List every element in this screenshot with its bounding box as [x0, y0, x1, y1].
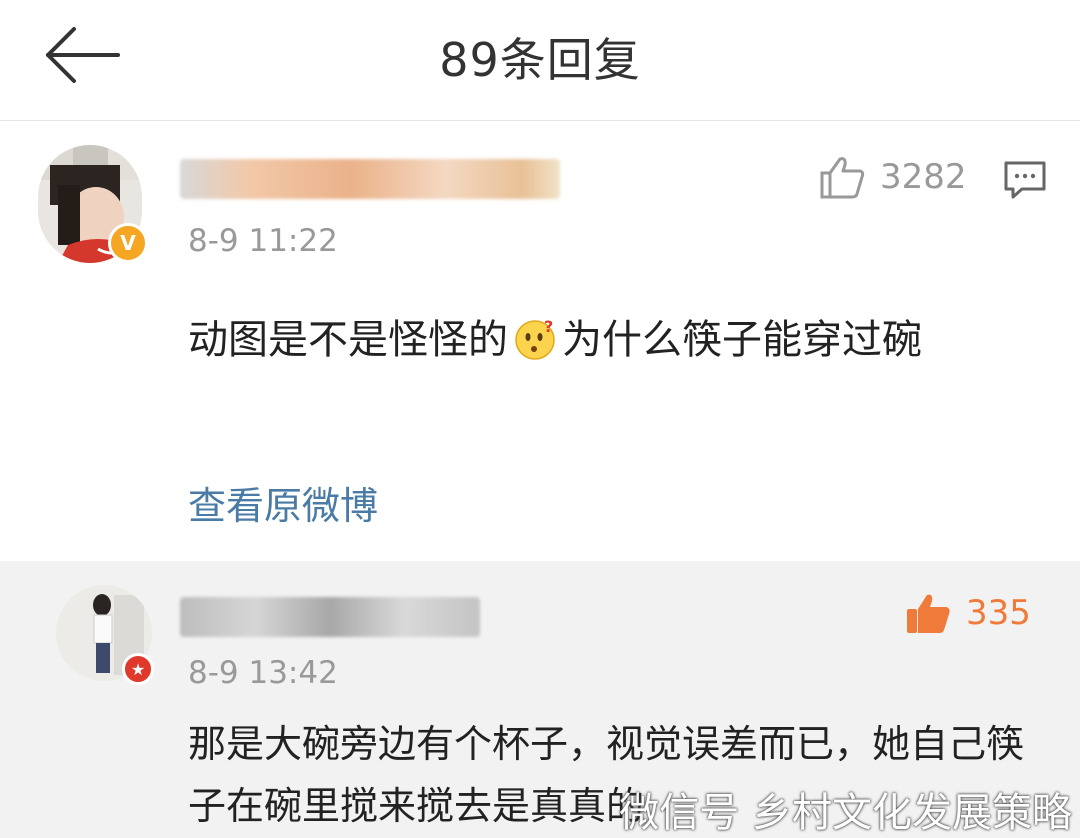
view-original-weibo-link[interactable]: 查看原微博	[188, 475, 378, 530]
like-button[interactable]: 3282	[818, 155, 967, 199]
watermark: 微信号 乡村文化发展策略	[619, 790, 1072, 836]
reply-button[interactable]	[1002, 159, 1048, 205]
member-badge: ★	[122, 653, 154, 685]
username-blurred[interactable]	[180, 159, 560, 199]
comment-text: 动图是不是怪怪的 ? 为什么筷子能穿过碗	[188, 307, 1028, 373]
page-title: 89条回复	[439, 33, 641, 87]
reply-time: 8-9 13:42	[188, 655, 338, 691]
verified-badge: V	[108, 223, 148, 263]
confused-face-emoji-icon: ?	[515, 317, 555, 360]
comment-time: 8-9 11:22	[188, 223, 338, 259]
like-count: 335	[966, 593, 1031, 633]
svg-text:?: ?	[544, 317, 553, 336]
comment-icon	[1004, 161, 1046, 199]
like-count: 3282	[880, 157, 967, 197]
comment-text-part-1: 动图是不是怪怪的	[188, 317, 508, 363]
like-button[interactable]: 335	[904, 591, 1031, 635]
top-bar: 89条回复	[0, 0, 1080, 121]
comment-text-part-2: 为什么筷子能穿过碗	[562, 317, 922, 363]
thumbs-up-icon	[820, 157, 865, 199]
thumbs-up-filled-icon	[907, 594, 950, 633]
username-blurred[interactable]	[180, 597, 480, 637]
main-comment: V 3282 8-9 11:22 动图是不是怪怪的 ? 为什么筷子能穿过碗 查看…	[0, 121, 1080, 561]
